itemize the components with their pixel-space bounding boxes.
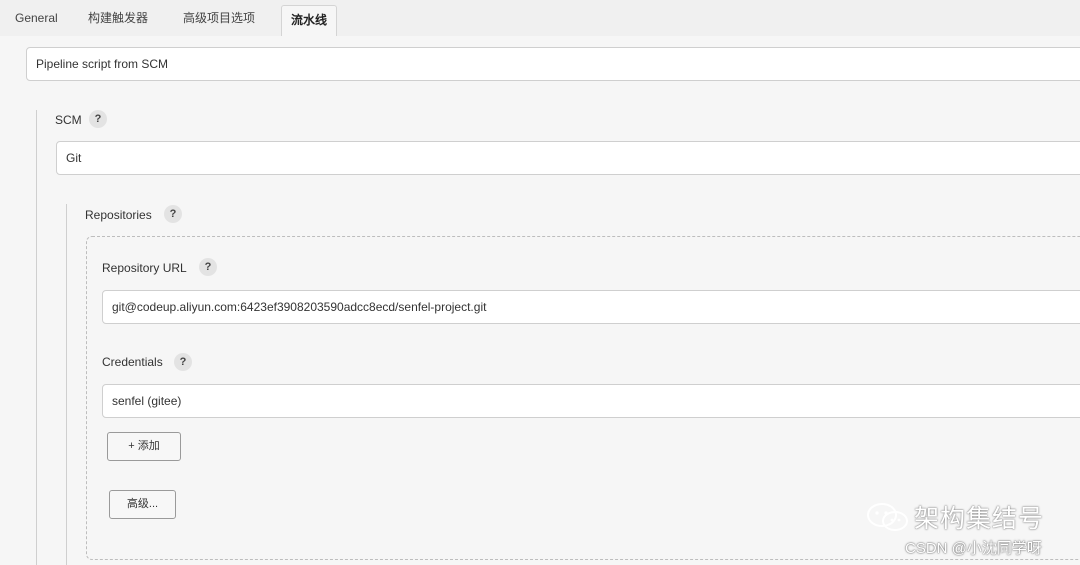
scm-select[interactable]: Git: [56, 141, 1080, 175]
tab-build-triggers[interactable]: 构建触发器: [88, 0, 148, 36]
scm-help-icon[interactable]: ?: [89, 110, 107, 128]
repository-url-label: Repository URL: [102, 261, 187, 275]
credentials-label: Credentials: [102, 355, 163, 369]
scm-section-divider: [66, 204, 67, 565]
tab-pipeline[interactable]: 流水线: [281, 5, 338, 36]
credentials-select[interactable]: senfel (gitee): [102, 384, 1080, 418]
definition-select[interactable]: Pipeline script from SCM: [26, 47, 1080, 81]
repositories-label: Repositories: [85, 208, 152, 222]
tab-bar: General 构建触发器 高级项目选项 流水线: [0, 0, 1080, 36]
section-divider: [36, 110, 37, 565]
credentials-help-icon[interactable]: ?: [174, 353, 192, 371]
tab-general[interactable]: General: [15, 0, 58, 36]
scm-label: SCM: [55, 113, 82, 127]
advanced-button[interactable]: 高级...: [109, 490, 176, 519]
repository-url-help-icon[interactable]: ?: [199, 258, 217, 276]
watermark-caption: CSDN @小沈同学呀: [905, 540, 1042, 557]
repository-url-input[interactable]: git@codeup.aliyun.com:6423ef3908203590ad…: [102, 290, 1080, 324]
repositories-help-icon[interactable]: ?: [164, 205, 182, 223]
tab-advanced-project-options[interactable]: 高级项目选项: [183, 0, 255, 36]
watermark-title: 架构集结号: [914, 504, 1045, 533]
add-credentials-button[interactable]: + 添加: [107, 432, 181, 461]
wechat-icon: [867, 503, 908, 531]
